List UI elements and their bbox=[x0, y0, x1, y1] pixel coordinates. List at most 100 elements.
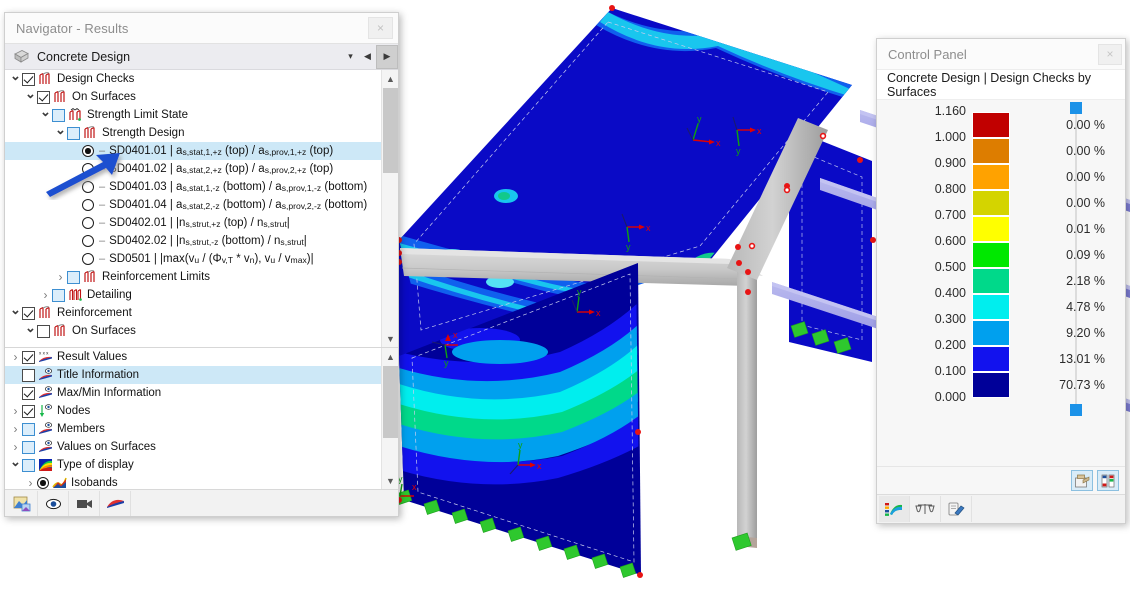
legend-slider-handle-max[interactable] bbox=[1070, 102, 1082, 114]
chevron-down-icon[interactable] bbox=[39, 107, 52, 123]
checkbox-design-checks[interactable] bbox=[22, 72, 35, 86]
legend-color-swatch[interactable] bbox=[972, 112, 1010, 138]
result-diagram-icon[interactable] bbox=[100, 490, 131, 516]
tree-item-sd0402-01[interactable]: – SD0402.01 | |ns,strut,+z (top) / ns,str… bbox=[5, 214, 381, 232]
chevron-down-icon[interactable] bbox=[9, 305, 22, 321]
checkbox-reinforcement[interactable] bbox=[22, 306, 35, 320]
tree-item-type-of-display[interactable]: Type of display bbox=[5, 456, 381, 474]
tree-item-title-information[interactable]: Title Information bbox=[5, 366, 381, 384]
legend-color-swatch[interactable] bbox=[972, 138, 1010, 164]
scales-balance-icon[interactable] bbox=[910, 496, 941, 522]
checkbox-maxmin-information[interactable] bbox=[22, 386, 35, 400]
tree-item-sd0402-02[interactable]: – SD0402.02 | |ns,strut,-z (bottom) / ns,… bbox=[5, 232, 381, 250]
navigator-toolbar[interactable] bbox=[5, 489, 398, 516]
scrollbar-thumb[interactable] bbox=[383, 88, 398, 173]
scroll-down-icon[interactable]: ▼ bbox=[382, 330, 398, 347]
tree-item-sd0501[interactable]: – SD0501 | |max(vu / (Φv,T * vn), vu / vm… bbox=[5, 250, 381, 268]
checkbox-reinforcement-limits[interactable] bbox=[67, 270, 80, 284]
tree-item-strength-design[interactable]: Strength Design bbox=[5, 124, 381, 142]
tree-top-scroll[interactable]: Design Checks On Surfaces Strength Limit S… bbox=[5, 70, 381, 347]
chevron-down-icon[interactable]: ▾ bbox=[342, 44, 359, 70]
tree-item-reinforcement-limits[interactable]: Reinforcement Limits bbox=[5, 268, 381, 286]
close-icon[interactable]: × bbox=[1098, 43, 1122, 65]
checkbox-on-surfaces-2[interactable] bbox=[37, 324, 50, 338]
tree-item-isobands[interactable]: Isobands bbox=[5, 474, 381, 489]
chevron-right-icon[interactable] bbox=[9, 422, 22, 436]
control-panel-tabbar[interactable] bbox=[877, 494, 1125, 523]
result-category-combobox[interactable]: Concrete Design ▾ ◀ ▶ bbox=[5, 44, 398, 70]
color-spectrum-icon[interactable] bbox=[879, 496, 910, 522]
chevron-right-icon[interactable] bbox=[39, 288, 52, 302]
tree-item-detailing[interactable]: Detailing bbox=[5, 286, 381, 304]
tree-item-values-on-surfaces[interactable]: Values on Surfaces bbox=[5, 438, 381, 456]
legend-slider-handle-min[interactable] bbox=[1070, 404, 1082, 416]
tree-bottom-scrollbar[interactable]: ▲ ▼ bbox=[381, 348, 398, 489]
chevron-down-icon[interactable] bbox=[54, 125, 67, 141]
tree-pane-display-options[interactable]: x x x Result Values Title Information Max/M… bbox=[5, 348, 398, 489]
tree-item-reinforcement[interactable]: Reinforcement bbox=[5, 304, 381, 322]
radio-isobands[interactable] bbox=[37, 477, 49, 489]
radio-sd0402-02[interactable] bbox=[82, 235, 94, 247]
tree-pane-design-checks[interactable]: Design Checks On Surfaces Strength Limit S… bbox=[5, 70, 398, 348]
checkbox-on-surfaces-1[interactable] bbox=[37, 90, 50, 104]
tree-item-on-surfaces-1[interactable]: On Surfaces bbox=[5, 88, 381, 106]
control-panel[interactable]: Control Panel × Concrete Design | Design… bbox=[876, 38, 1126, 524]
legend-color-swatch[interactable] bbox=[972, 190, 1010, 216]
chevron-right-icon[interactable] bbox=[9, 404, 22, 418]
scroll-down-icon[interactable]: ▼ bbox=[382, 472, 398, 489]
scroll-up-icon[interactable]: ▲ bbox=[382, 348, 398, 365]
tree-item-on-surfaces-2[interactable]: On Surfaces bbox=[5, 322, 381, 340]
legend-action-bar[interactable] bbox=[877, 466, 1125, 494]
checkbox-detailing[interactable] bbox=[52, 288, 65, 302]
chevron-down-icon[interactable] bbox=[9, 457, 22, 473]
print-legend-icon[interactable] bbox=[1071, 470, 1093, 491]
tree-item-members[interactable]: Members bbox=[5, 420, 381, 438]
tree-item-nodes[interactable]: Nodes bbox=[5, 402, 381, 420]
legend-color-swatch[interactable] bbox=[972, 268, 1010, 294]
properties-pen-icon[interactable] bbox=[941, 496, 972, 522]
eye-icon[interactable] bbox=[38, 490, 69, 516]
checkbox-nodes[interactable] bbox=[22, 404, 35, 418]
tree-item-design-checks[interactable]: Design Checks bbox=[5, 70, 381, 88]
tree-item-maxmin-information[interactable]: Max/Min Information bbox=[5, 384, 381, 402]
scroll-up-icon[interactable]: ▲ bbox=[382, 70, 398, 87]
tree-top-scrollbar[interactable]: ▲ ▼ bbox=[381, 70, 398, 347]
legend-color-swatch[interactable] bbox=[972, 372, 1010, 398]
tree-item-result-values[interactable]: x x x Result Values bbox=[5, 348, 381, 366]
navigator-results-panel[interactable]: Navigator - Results × Concrete Design ▾ … bbox=[4, 12, 399, 517]
color-scale-edit-icon[interactable] bbox=[1097, 470, 1119, 491]
chevron-down-icon[interactable] bbox=[9, 71, 22, 87]
chevron-right-icon[interactable] bbox=[24, 476, 37, 489]
chevron-down-icon[interactable] bbox=[24, 89, 37, 105]
chevron-right-icon[interactable] bbox=[54, 270, 67, 284]
color-scale-legend[interactable]: 1.160 1.000 0.900 0.800 0.700 0.600 0.500 0.400… bbox=[877, 100, 1125, 466]
legend-color-swatch[interactable] bbox=[972, 346, 1010, 372]
legend-color-swatch[interactable] bbox=[972, 320, 1010, 346]
checkbox-members[interactable] bbox=[22, 422, 35, 436]
legend-color-swatch[interactable] bbox=[972, 164, 1010, 190]
control-panel-titlebar[interactable]: Control Panel × bbox=[877, 39, 1125, 70]
chevron-down-icon[interactable] bbox=[24, 323, 37, 339]
radio-sd0402-01[interactable] bbox=[82, 217, 94, 229]
navigator-titlebar[interactable]: Navigator - Results × bbox=[5, 13, 398, 44]
video-camera-icon[interactable] bbox=[69, 490, 100, 516]
chevron-right-icon[interactable] bbox=[9, 440, 22, 454]
checkbox-values-on-surfaces[interactable] bbox=[22, 440, 35, 454]
scrollbar-thumb[interactable] bbox=[383, 366, 398, 438]
checkbox-strength-limit-state[interactable] bbox=[52, 108, 65, 122]
checkbox-title-information[interactable] bbox=[22, 368, 35, 382]
chevron-right-icon[interactable] bbox=[9, 350, 22, 364]
checkbox-strength-design[interactable] bbox=[67, 126, 80, 140]
legend-color-swatch[interactable] bbox=[972, 216, 1010, 242]
checkbox-type-of-display[interactable] bbox=[22, 458, 35, 472]
legend-color-swatch[interactable] bbox=[972, 294, 1010, 320]
render-view-icon[interactable] bbox=[7, 490, 38, 516]
close-icon[interactable]: × bbox=[368, 17, 393, 39]
prev-arrow-icon[interactable]: ◀ bbox=[359, 44, 376, 70]
legend-color-swatch[interactable] bbox=[972, 242, 1010, 268]
checkbox-result-values[interactable] bbox=[22, 350, 35, 364]
radio-sd0501[interactable] bbox=[82, 253, 94, 265]
tree-bottom-scroll[interactable]: x x x Result Values Title Information Max/M… bbox=[5, 348, 381, 489]
radio-sd0401-04[interactable] bbox=[82, 199, 94, 211]
next-arrow-icon[interactable]: ▶ bbox=[376, 44, 398, 69]
